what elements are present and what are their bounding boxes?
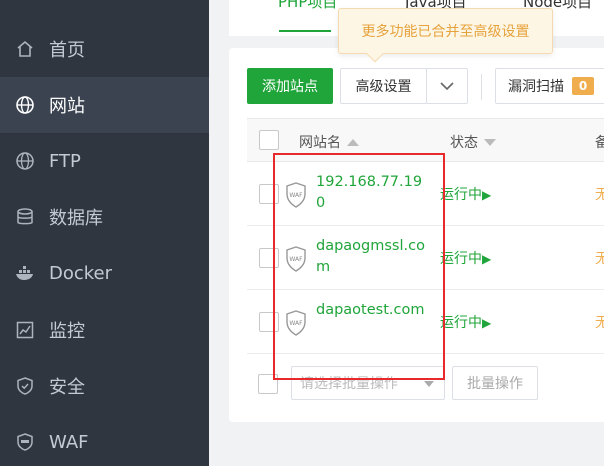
site-remark: 无 — [595, 315, 604, 331]
site-remark: 无 — [595, 251, 604, 267]
sidebar-item-home[interactable]: 首页 — [0, 21, 209, 77]
sort-asc-icon — [347, 138, 359, 146]
toolbar-divider — [481, 74, 482, 100]
waf-icon — [15, 432, 35, 452]
advanced-dropdown-button[interactable] — [426, 68, 468, 104]
select-all-checkbox[interactable] — [259, 130, 279, 150]
vuln-count-badge: 0 — [572, 77, 594, 95]
sidebar: 首页 网站 FTP 数据库 Docker 监控 安全 WAF — [0, 0, 209, 466]
chevron-down-icon — [440, 82, 454, 91]
site-remark: 无 — [595, 187, 604, 203]
sidebar-item-website[interactable]: 网站 — [0, 77, 209, 133]
site-status[interactable]: 运行中▶ — [440, 248, 491, 268]
sidebar-item-ftp[interactable]: FTP — [0, 133, 209, 189]
home-icon — [15, 39, 35, 59]
site-status[interactable]: 运行中▶ — [440, 184, 491, 204]
sidebar-item-label: FTP — [49, 150, 81, 172]
sidebar-item-label: 数据库 — [49, 208, 103, 229]
tab-active-indicator — [279, 30, 331, 32]
play-icon: ▶ — [482, 316, 492, 330]
advanced-settings-tooltip: 更多功能已合并至高级设置 — [338, 8, 553, 63]
tab-php[interactable]: PHP项目 — [278, 0, 337, 12]
sidebar-item-label: Docker — [49, 262, 113, 284]
sidebar-item-label: 网站 — [49, 96, 85, 117]
sidebar-item-label: 安全 — [49, 377, 85, 398]
column-header-name[interactable]: 网站名 — [299, 132, 359, 152]
batch-action-button[interactable]: 批量操作 — [452, 366, 538, 400]
database-icon — [15, 207, 35, 227]
globe-icon — [15, 95, 35, 115]
ftp-globe-icon — [15, 151, 35, 171]
play-icon: ▶ — [482, 252, 492, 266]
sidebar-item-label: 首页 — [49, 40, 85, 61]
sidebar-item-label: 监控 — [49, 321, 85, 342]
chevron-down-icon — [424, 381, 434, 387]
sidebar-item-docker[interactable]: Docker — [0, 245, 209, 301]
site-status[interactable]: 运行中▶ — [440, 312, 491, 332]
vuln-scan-button[interactable]: 漏洞扫描 0 — [495, 68, 604, 104]
sidebar-item-security[interactable]: 安全 — [0, 358, 209, 414]
column-header-remark: 备 — [595, 135, 604, 151]
sidebar-item-database[interactable]: 数据库 — [0, 189, 209, 245]
advanced-settings-button[interactable]: 高级设置 — [340, 68, 427, 104]
highlight-box — [273, 153, 445, 380]
column-header-status[interactable]: 状态 — [450, 132, 496, 152]
add-site-button[interactable]: 添加站点 — [247, 68, 333, 104]
monitor-icon — [15, 320, 35, 340]
sort-desc-icon — [484, 138, 496, 146]
shield-icon — [15, 376, 35, 396]
play-icon: ▶ — [482, 188, 492, 202]
docker-icon — [15, 263, 35, 283]
sidebar-item-monitor[interactable]: 监控 — [0, 302, 209, 358]
sidebar-item-label: WAF — [49, 431, 89, 453]
vuln-scan-label: 漏洞扫描 — [508, 79, 564, 95]
sidebar-item-waf[interactable]: WAF — [0, 414, 209, 466]
